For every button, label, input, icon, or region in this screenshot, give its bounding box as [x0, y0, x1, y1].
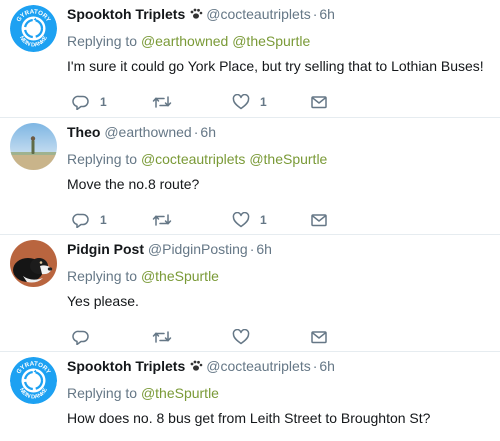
direct-message-button[interactable]	[310, 94, 328, 110]
tweet-text: Move the no.8 route?	[67, 176, 200, 192]
tweet[interactable]: GYRATORY NEIN DANKE Spooktoh Triplets @co…	[0, 0, 500, 118]
replying-to-label: Replying to	[67, 151, 138, 167]
reply-count: 1	[100, 95, 107, 109]
replying-to-label: Replying to	[67, 33, 138, 49]
pawprint-icon	[189, 357, 203, 371]
like-count: 1	[260, 213, 267, 227]
tweet[interactable]: Pidgin Post @PidginPosting · 6h Replying t…	[0, 235, 500, 352]
display-name[interactable]: Theo	[67, 124, 100, 140]
tweet-text: Yes please.	[67, 293, 139, 309]
display-name[interactable]: Spooktoh Triplets	[67, 6, 185, 22]
user-handle[interactable]: @PidginPosting	[148, 241, 248, 257]
avatar[interactable]: GYRATORY NEIN DANKE	[10, 357, 57, 404]
mention-link[interactable]: @theSpurtle	[249, 151, 327, 167]
mention-link[interactable]: @theSpurtle	[141, 385, 219, 401]
landscape-photo-icon	[10, 123, 57, 170]
heart-icon	[232, 94, 250, 110]
separator-dot: ·	[312, 6, 318, 22]
mention-link[interactable]: @theSpurtle	[232, 33, 310, 49]
pawprint-icon	[189, 5, 203, 19]
avatar[interactable]: GYRATORY NEIN DANKE	[10, 5, 57, 52]
reply-count: 1	[100, 213, 107, 227]
separator-dot: ·	[193, 124, 199, 140]
timestamp[interactable]: 6h	[319, 6, 335, 22]
reply-icon	[72, 95, 89, 110]
display-name[interactable]: Spooktoh Triplets	[67, 358, 185, 374]
tweet-header: Spooktoh Triplets @cocteautriplets · 6h	[67, 4, 492, 24]
user-handle[interactable]: @cocteautriplets	[206, 6, 310, 22]
replying-to: Replying to @earthowned @theSpurtle	[67, 32, 492, 50]
tweet-actions	[72, 329, 372, 345]
replying-to-label: Replying to	[67, 268, 138, 284]
mention-link[interactable]: @earthowned	[141, 33, 228, 49]
mention-link[interactable]: @theSpurtle	[141, 268, 219, 284]
envelope-icon	[311, 214, 327, 227]
heart-icon	[232, 329, 250, 345]
tweet[interactable]: Theo @earthowned · 6h Replying to @cocteau…	[0, 118, 500, 235]
separator-dot: ·	[312, 358, 318, 374]
reply-button[interactable]: 1	[72, 94, 107, 110]
retweet-button[interactable]	[152, 329, 182, 345]
direct-message-button[interactable]	[310, 329, 328, 345]
tweet-actions: 1 1	[72, 94, 372, 110]
tweet-header: Spooktoh Triplets @cocteautriplets · 6h	[67, 356, 492, 376]
retweet-icon	[152, 331, 172, 343]
like-button[interactable]: 1	[232, 212, 267, 228]
reply-icon	[72, 213, 89, 228]
user-handle[interactable]: @cocteautriplets	[206, 358, 310, 374]
avatar[interactable]	[10, 123, 57, 170]
retweet-icon	[152, 214, 172, 226]
gyratory-logo-icon: GYRATORY NEIN DANKE	[10, 5, 57, 52]
retweet-icon	[152, 96, 172, 108]
tweet-actions: 1 1	[72, 212, 372, 228]
like-count: 1	[260, 95, 267, 109]
tweet-header: Theo @earthowned · 6h	[67, 122, 492, 142]
mention-link[interactable]: @cocteautriplets	[141, 151, 245, 167]
heart-icon	[232, 212, 250, 228]
timestamp[interactable]: 6h	[200, 124, 216, 140]
reply-button[interactable]	[72, 329, 100, 345]
replying-to: Replying to @theSpurtle	[67, 267, 492, 285]
user-handle[interactable]: @earthowned	[104, 124, 191, 140]
reply-button[interactable]: 1	[72, 212, 107, 228]
separator-dot: ·	[249, 241, 255, 257]
timestamp[interactable]: 6h	[319, 358, 335, 374]
timestamp[interactable]: 6h	[256, 241, 272, 257]
retweet-button[interactable]	[152, 212, 182, 228]
display-name[interactable]: Pidgin Post	[67, 241, 144, 257]
direct-message-button[interactable]	[310, 212, 328, 228]
tweet-header: Pidgin Post @PidginPosting · 6h	[67, 239, 492, 259]
tweet-text: How does no. 8 bus get from Leith Street…	[67, 410, 431, 426]
replying-to-label: Replying to	[67, 385, 138, 401]
avatar[interactable]	[10, 240, 57, 287]
envelope-icon	[311, 331, 327, 344]
tweet[interactable]: GYRATORY NEIN DANKE Spooktoh Triplets @co…	[0, 352, 500, 441]
retweet-button[interactable]	[152, 94, 182, 110]
envelope-icon	[311, 96, 327, 109]
dog-photo-icon	[10, 240, 57, 287]
gyratory-logo-icon: GYRATORY NEIN DANKE	[10, 357, 57, 404]
replying-to: Replying to @cocteautriplets @theSpurtle	[67, 150, 492, 168]
tweet-text: I'm sure it could go York Place, but try…	[67, 58, 484, 74]
reply-icon	[72, 330, 89, 345]
like-button[interactable]	[232, 329, 260, 345]
replying-to: Replying to @theSpurtle	[67, 384, 492, 402]
like-button[interactable]: 1	[232, 94, 267, 110]
